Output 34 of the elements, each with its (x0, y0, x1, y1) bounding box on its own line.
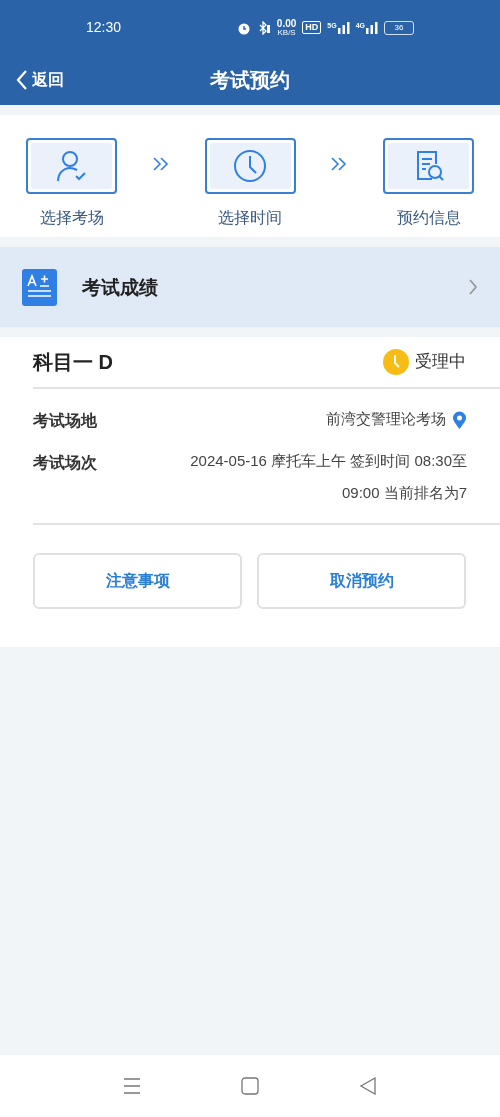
double-chevron-icon (151, 156, 170, 172)
grade-icon (22, 268, 57, 306)
back-nav-icon[interactable] (359, 1077, 377, 1095)
subject-title: 科目一 D (33, 350, 113, 375)
hd-badge: HD (302, 21, 322, 34)
step-box[interactable] (383, 138, 474, 194)
clock-icon (233, 149, 267, 183)
back-button[interactable]: 返回 (0, 68, 64, 92)
detail-label: 考试场次 (33, 453, 97, 473)
chevron-right-icon (468, 278, 478, 296)
person-check-icon (54, 149, 89, 183)
action-button[interactable]: 取消预约 (257, 553, 466, 609)
menu-icon[interactable] (123, 1077, 141, 1095)
step-label: 选择考场 (39, 208, 104, 228)
detail-label: 考试场地 (33, 411, 97, 431)
status-label: 受理中 (415, 351, 466, 374)
step-box[interactable] (204, 138, 296, 194)
step-label: 预约信息 (396, 208, 461, 228)
detail-value: 2024-05-16 摩托车上午 签到时间 08:30至09:00 当前排名为7 (189, 451, 467, 503)
exam-score-row[interactable]: 考试成绩 (0, 247, 500, 327)
location-pin-icon (452, 411, 467, 430)
back-icon (16, 69, 28, 91)
home-icon[interactable] (241, 1077, 259, 1095)
step-label: 选择时间 (218, 208, 282, 228)
status-time: 12:30 (86, 18, 122, 37)
page-title: 考试预约 (210, 67, 290, 94)
action-button[interactable]: 注意事项 (33, 553, 242, 609)
battery-level: 36 (394, 21, 404, 34)
detail-value: 前湾交警理论考场 (326, 409, 446, 429)
speed-unit: KB/S (277, 28, 296, 37)
step-box[interactable] (26, 138, 117, 194)
clock-icon (383, 349, 409, 375)
double-chevron-icon (330, 156, 349, 172)
network-speed: 0.00 (276, 18, 297, 29)
